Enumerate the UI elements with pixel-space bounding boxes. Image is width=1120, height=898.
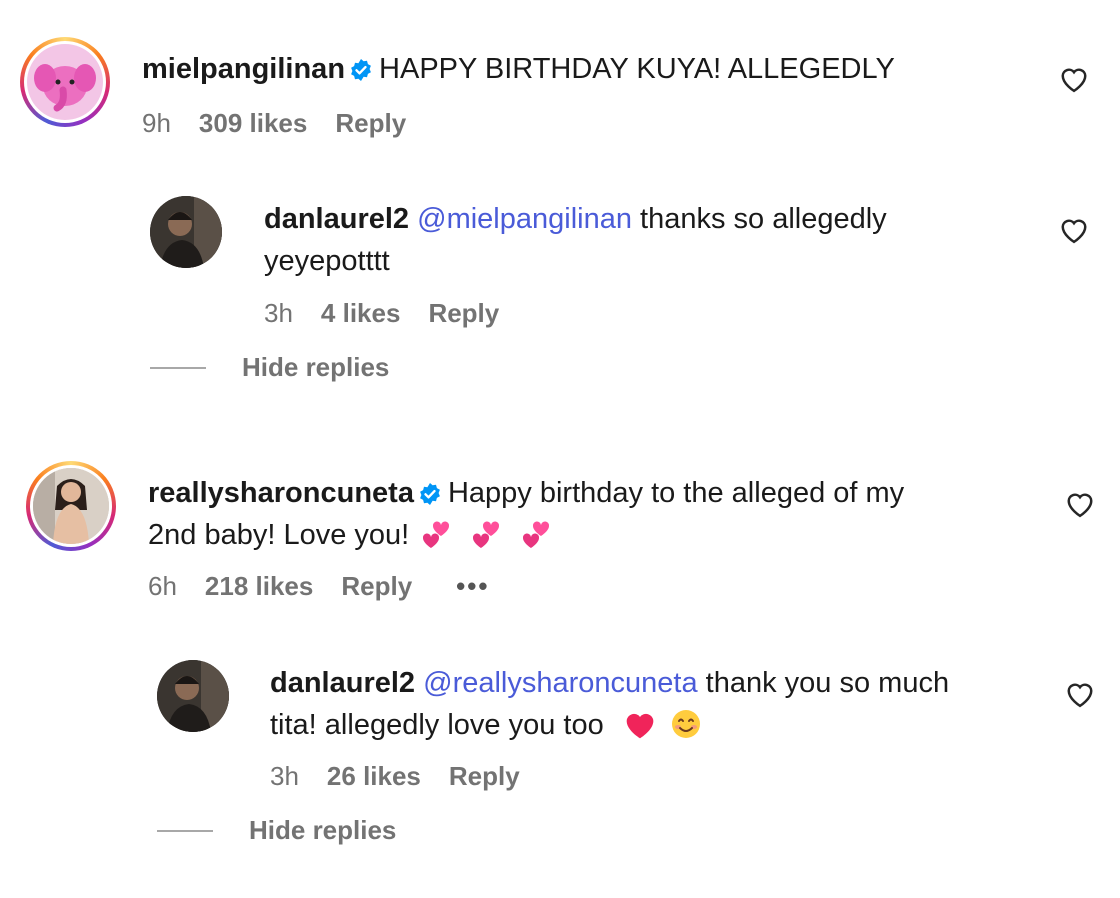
- comment-text-line-2: 2nd baby! Love you!: [148, 514, 553, 562]
- reply-body-continued: tita! allegedly love you too: [270, 709, 604, 741]
- profile-photo-image: [33, 468, 109, 544]
- avatar-mielpangilinan[interactable]: [20, 37, 110, 127]
- comment-body-continued: 2nd baby! Love you!: [148, 519, 410, 551]
- reply-body: thank you so much: [705, 667, 950, 699]
- more-options-icon[interactable]: •••: [456, 571, 489, 602]
- reply-body-continued: yeyepotttt: [264, 245, 390, 277]
- reply-meta: 3h 4 likes Reply: [264, 298, 527, 329]
- likes-count[interactable]: 26 likes: [327, 761, 421, 792]
- timestamp: 3h: [270, 761, 299, 791]
- avatar-danlaurel2[interactable]: [150, 196, 222, 268]
- timestamp: 3h: [264, 298, 293, 328]
- reply-meta: 3h 26 likes Reply: [270, 761, 548, 792]
- reply-text-line-2: tita! allegedly love you too: [270, 704, 702, 752]
- reply-button[interactable]: Reply: [341, 571, 412, 602]
- reply-text-line-1: danlaurel2 @mielpangilinan thanks so all…: [264, 198, 887, 240]
- avatar-danlaurel2[interactable]: [157, 660, 229, 732]
- reply-button[interactable]: Reply: [449, 761, 520, 792]
- heart-outline-icon[interactable]: [1065, 680, 1095, 713]
- comment-meta: 9h 309 likes Reply: [142, 108, 434, 139]
- profile-photo-image: [150, 196, 222, 268]
- heart-outline-icon[interactable]: [1059, 216, 1089, 249]
- likes-count[interactable]: 4 likes: [321, 298, 401, 329]
- reply-text-line-1: danlaurel2 @reallysharoncuneta thank you…: [270, 662, 949, 704]
- timestamp: 6h: [148, 571, 177, 601]
- likes-count[interactable]: 218 likes: [205, 571, 313, 602]
- reply-text-line-2: yeyepotttt: [264, 240, 390, 282]
- comment-body: HAPPY BIRTHDAY KUYA! ALLEGEDLY: [379, 53, 895, 85]
- verified-badge-icon: [418, 476, 442, 518]
- verified-badge-icon: [349, 52, 373, 94]
- profile-photo-image: [157, 660, 229, 732]
- heart-outline-icon[interactable]: [1059, 65, 1089, 98]
- divider-line: [150, 366, 206, 369]
- hide-replies-label: Hide replies: [242, 352, 390, 382]
- two-hearts-emoji: [471, 520, 503, 562]
- smiling-face-emoji: [670, 708, 702, 752]
- reply-body: thanks so allegedly: [640, 203, 887, 235]
- comment-text-line: mielpangilinan HAPPY BIRTHDAY KUYA! ALLEG…: [142, 48, 895, 94]
- username[interactable]: mielpangilinan: [142, 53, 345, 85]
- username[interactable]: reallysharoncuneta: [148, 477, 414, 509]
- avatar-reallysharoncuneta[interactable]: [26, 461, 116, 551]
- reply-button[interactable]: Reply: [428, 298, 499, 329]
- mention-link[interactable]: @reallysharoncuneta: [423, 667, 697, 699]
- two-hearts-emoji: [421, 520, 453, 562]
- heart-outline-icon[interactable]: [1065, 490, 1095, 523]
- username[interactable]: danlaurel2: [270, 667, 415, 699]
- comment-text-line-1: reallysharoncuneta Happy birthday to the …: [148, 472, 904, 518]
- comment-meta: 6h 218 likes Reply •••: [148, 571, 517, 602]
- username[interactable]: danlaurel2: [264, 203, 409, 235]
- comment-body: Happy birthday to the alleged of my: [447, 477, 905, 509]
- likes-count[interactable]: 309 likes: [199, 108, 307, 139]
- two-hearts-emoji: [521, 520, 553, 562]
- reply-button[interactable]: Reply: [335, 108, 406, 139]
- hide-replies-button[interactable]: Hide replies: [150, 352, 389, 383]
- hide-replies-label: Hide replies: [249, 815, 397, 845]
- red-heart-emoji: [624, 710, 656, 752]
- pink-elephant-avatar-image: [34, 64, 96, 112]
- mention-link[interactable]: @mielpangilinan: [417, 203, 632, 235]
- divider-line: [157, 829, 213, 832]
- hide-replies-button[interactable]: Hide replies: [157, 815, 396, 846]
- timestamp: 9h: [142, 108, 171, 138]
